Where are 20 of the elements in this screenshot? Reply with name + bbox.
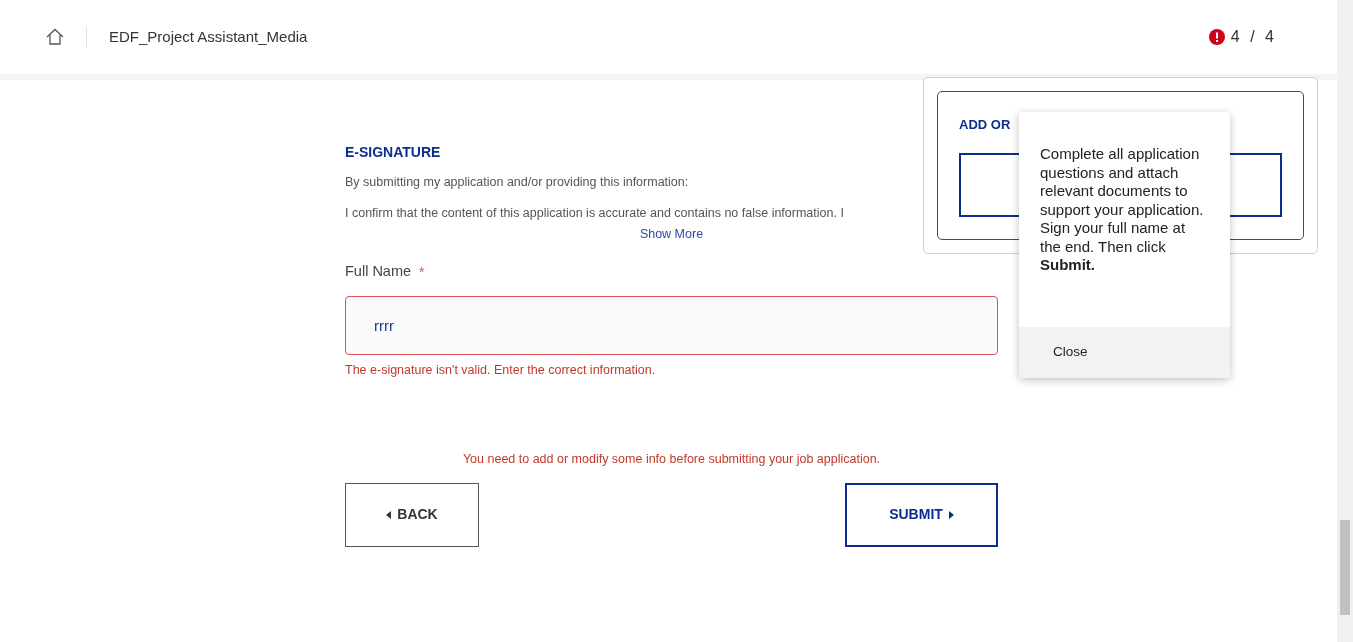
show-more-link[interactable]: Show More [639,224,704,244]
home-icon[interactable] [46,28,64,46]
close-button[interactable]: Close [1019,327,1230,378]
tooltip-text: Complete all application questions and attach relevant documents to support your application. Sign your full name at the end. Then click Submit. [1040,145,1205,275]
intro-text: By submitting my application and/or providing this information: [345,174,689,191]
caret-icon [386,510,392,519]
form-error: You need to add or modify some info before submitting your job application. [462,450,881,468]
back-button[interactable]: BACK [345,482,479,547]
error-message: The e-signature isn't valid. Enter the correct information. [345,362,656,379]
caret-icon [948,510,954,519]
field-label: Full Name [345,262,412,282]
progress-counter: 4 / 4 [1230,27,1277,47]
section-heading: E-SIGNATURE [345,143,441,162]
statement-text: I confirm that the content of this application is accurate and contains no false information. I [345,204,844,222]
page-title: EDF_Project Assistant_Media [109,26,308,47]
popover-heading: ADD OR [959,116,1011,134]
required-mark: * [419,262,425,282]
full-name-field[interactable]: rrrr [345,296,998,355]
submit-button[interactable]: SUBMIT [845,482,998,547]
alert-icon [1208,29,1225,45]
